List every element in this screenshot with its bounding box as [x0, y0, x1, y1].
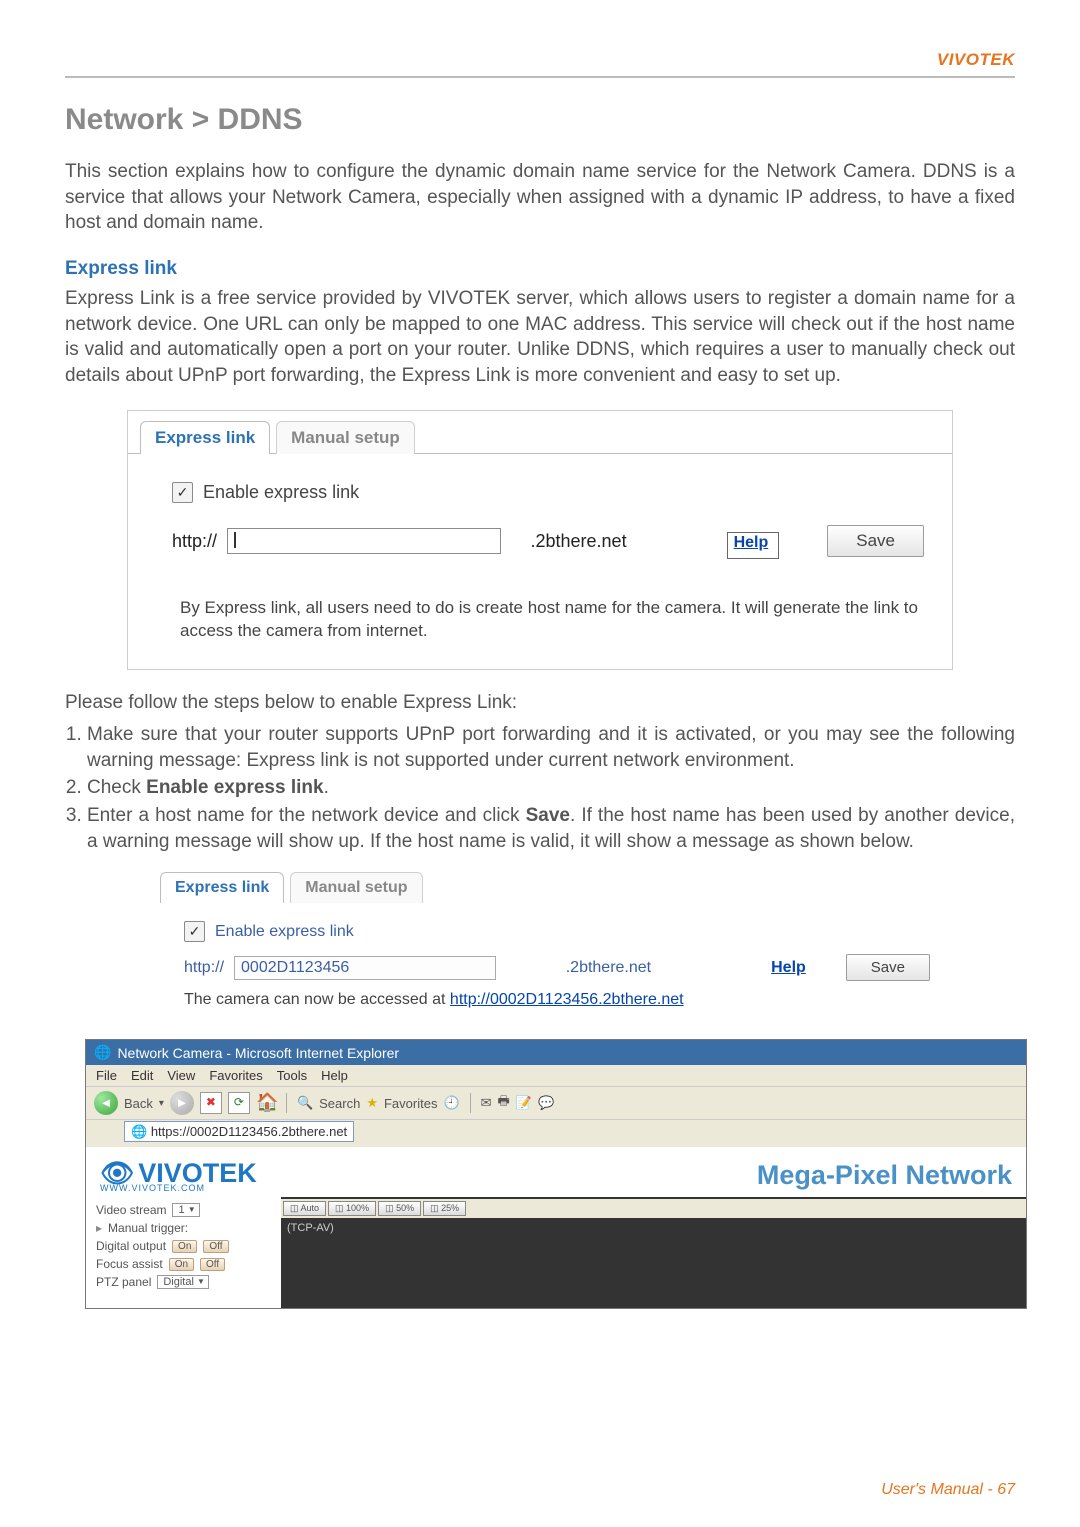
search-label: Search	[319, 1096, 360, 1111]
url-prefix: http://	[172, 531, 217, 552]
manual-trigger-expand-icon[interactable]: ▸	[96, 1221, 102, 1235]
express-link-success-panel: Express link Manual setup ✓ Enable expre…	[160, 862, 940, 1025]
express-link-heading: Express link	[65, 258, 1015, 280]
hostname-input[interactable]	[227, 528, 500, 554]
res-auto-button[interactable]: ◫ Auto	[283, 1201, 326, 1216]
digital-output-on[interactable]: On	[172, 1240, 197, 1253]
help-link-wrapper: Help	[727, 532, 780, 559]
video-stream-select[interactable]: 1	[172, 1203, 199, 1217]
tab-express-link[interactable]: Express link	[140, 421, 270, 454]
enable-express-link-checkbox-2[interactable]: ✓	[184, 921, 205, 942]
intro-paragraph: This section explains how to configure t…	[65, 159, 1015, 236]
address-bar[interactable]: 🌐 https://0002D1123456.2bthere.net	[124, 1121, 354, 1142]
edit-icon[interactable]: 📝	[516, 1095, 532, 1111]
tab-express-link-2[interactable]: Express link	[160, 872, 284, 903]
steps-intro: Please follow the steps below to enable …	[65, 690, 1015, 716]
home-icon[interactable]: 🏠	[256, 1093, 276, 1113]
express-link-paragraph: Express Link is a free service provided …	[65, 286, 1015, 389]
menu-help[interactable]: Help	[321, 1068, 348, 1083]
brand-header: VIVOTEK	[65, 50, 1015, 78]
refresh-icon[interactable]: ⟳	[228, 1092, 250, 1114]
video-pane: ◫ Auto ◫ 100% ◫ 50% ◫ 25% (TCP-AV)	[281, 1197, 1026, 1308]
address-bar-row: 🌐 https://0002D1123456.2bthere.net	[86, 1120, 1026, 1147]
ptz-panel-label: PTZ panel	[96, 1275, 151, 1289]
menu-edit[interactable]: Edit	[131, 1068, 153, 1083]
print-icon[interactable]: 🖶	[498, 1092, 510, 1114]
success-message: The camera can now be accessed at http:/…	[184, 991, 930, 1009]
back-label: Back	[124, 1096, 153, 1111]
step-1: Make sure that your router supports UPnP…	[87, 722, 1015, 773]
url-prefix-2: http://	[184, 959, 224, 977]
tab-manual-setup[interactable]: Manual setup	[276, 421, 415, 454]
manual-trigger-label: Manual trigger:	[108, 1221, 188, 1235]
menu-view[interactable]: View	[167, 1068, 195, 1083]
express-link-panel: Express link Manual setup ✓ Enable expre…	[127, 410, 953, 670]
hostname-input-2[interactable]: 0002D1123456	[234, 956, 496, 980]
page-title: Network > DDNS	[65, 103, 1015, 137]
step-3: Enter a host name for the network device…	[87, 803, 1015, 854]
res-100-button[interactable]: ◫ 100%	[328, 1201, 376, 1216]
mail-icon[interactable]: ✉	[481, 1095, 492, 1111]
menu-file[interactable]: File	[96, 1068, 117, 1083]
digital-output-off[interactable]: Off	[203, 1240, 228, 1253]
focus-assist-label: Focus assist	[96, 1257, 163, 1271]
stream-protocol-tag: (TCP-AV)	[281, 1218, 353, 1238]
ptz-panel-select[interactable]: Digital	[157, 1275, 209, 1289]
res-25-button[interactable]: ◫ 25%	[423, 1201, 466, 1216]
history-icon[interactable]: 🕘	[443, 1095, 459, 1111]
enable-express-link-checkbox[interactable]: ✓	[172, 482, 193, 503]
help-link-2[interactable]: Help	[771, 959, 806, 977]
steps-list: Make sure that your router supports UPnP…	[65, 722, 1015, 854]
res-50-button[interactable]: ◫ 50%	[378, 1201, 421, 1216]
focus-assist-on[interactable]: On	[169, 1258, 194, 1271]
tab-manual-setup-2[interactable]: Manual setup	[290, 872, 422, 903]
browser-toolbar: ◄ Back ▾ ► ✖ ⟳ 🏠 🔍 Search ★ Favorites 🕘 …	[86, 1086, 1026, 1120]
browser-menu-bar: File Edit View Favorites Tools Help	[86, 1065, 1026, 1086]
menu-tools[interactable]: Tools	[277, 1068, 307, 1083]
focus-assist-off[interactable]: Off	[200, 1258, 225, 1271]
url-suffix-2: .2bthere.net	[566, 959, 651, 977]
page-footer: User's Manual - 67	[881, 1481, 1015, 1499]
side-panel: Video stream 1 ▸ Manual trigger: Digital…	[86, 1197, 281, 1308]
url-suffix: .2bthere.net	[531, 531, 627, 552]
favorites-icon[interactable]: ★	[366, 1095, 378, 1111]
stop-icon[interactable]: ✖	[200, 1092, 222, 1114]
save-button[interactable]: Save	[827, 525, 924, 557]
generated-url-link[interactable]: http://0002D1123456.2bthere.net	[450, 991, 684, 1008]
forward-icon[interactable]: ►	[170, 1091, 194, 1115]
digital-output-label: Digital output	[96, 1239, 166, 1253]
express-link-info: By Express link, all users need to do is…	[180, 597, 924, 643]
save-button-2[interactable]: Save	[846, 954, 930, 981]
browser-title-bar: 🌐 Network Camera - Microsoft Internet Ex…	[86, 1040, 1026, 1065]
video-stream-label: Video stream	[96, 1203, 166, 1217]
enable-express-link-label: Enable express link	[203, 482, 359, 503]
browser-window: 🌐 Network Camera - Microsoft Internet Ex…	[85, 1039, 1027, 1309]
browser-title: Network Camera - Microsoft Internet Expl…	[117, 1045, 399, 1061]
enable-express-link-label-2: Enable express link	[215, 923, 354, 941]
menu-favorites[interactable]: Favorites	[209, 1068, 262, 1083]
ie-icon: 🌐	[94, 1044, 111, 1061]
favorites-label: Favorites	[384, 1096, 437, 1111]
step-2: Check Enable express link.	[87, 775, 1015, 801]
help-link[interactable]: Help	[734, 534, 769, 551]
search-icon[interactable]: 🔍	[297, 1095, 313, 1111]
back-icon[interactable]: ◄	[94, 1091, 118, 1115]
camera-title: Mega-Pixel Network	[757, 1160, 1012, 1191]
discuss-icon[interactable]: 💬	[538, 1095, 554, 1111]
page-icon: 🌐	[131, 1124, 147, 1139]
